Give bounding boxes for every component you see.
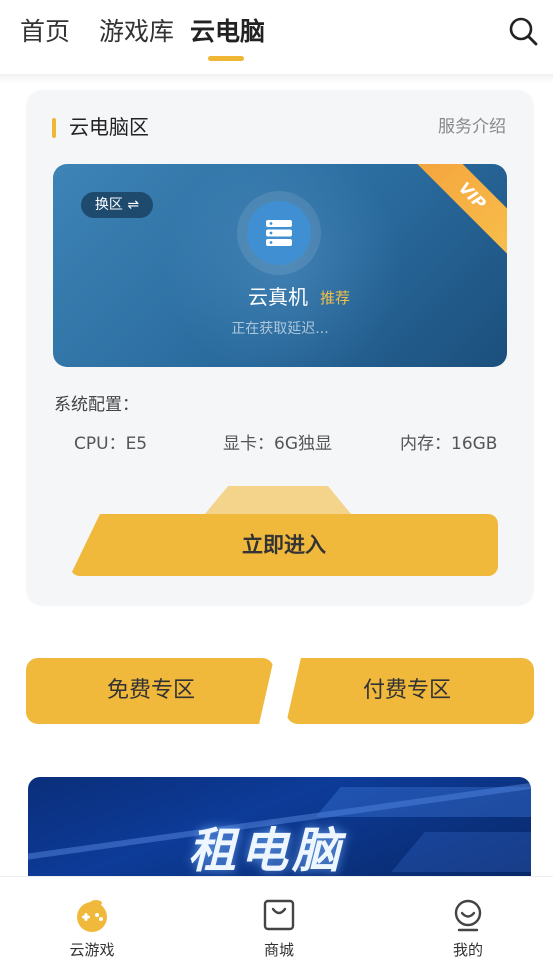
section-title: 云电脑区 — [69, 115, 149, 139]
nav-cloud-games[interactable]: 云游戏 — [32, 877, 152, 969]
promo-light-panel — [391, 832, 531, 872]
enter-now-button[interactable]: 立即进入 — [70, 514, 498, 576]
latency-status: 正在获取延迟... — [231, 321, 329, 337]
vip-badge: VIP — [407, 164, 507, 261]
bottom-navigation: 云游戏 商城 我的 — [0, 876, 553, 969]
section-accent-bar — [52, 118, 56, 138]
server-icon — [247, 201, 311, 265]
paid-zone-button[interactable]: 付费专区 — [282, 658, 532, 724]
rent-pc-promo-banner[interactable]: 租电脑 — [28, 777, 531, 882]
promo-light-panel — [315, 787, 531, 817]
switch-region-button[interactable]: 换区 ⇌ — [81, 192, 153, 218]
recommend-tag: 推荐 — [320, 289, 351, 307]
promo-title: 租电脑 — [188, 823, 345, 879]
spec-gpu: 显卡：6G独显 — [223, 434, 332, 454]
user-face-icon — [450, 897, 486, 933]
machine-name: 云真机 — [248, 285, 308, 309]
header-shadow — [0, 74, 553, 84]
tab-cloud-pc[interactable]: 云电脑 — [190, 14, 265, 50]
search-icon[interactable] — [508, 16, 540, 48]
gamepad-icon — [74, 897, 110, 933]
tab-home[interactable]: 首页 — [20, 14, 70, 50]
top-tab-bar: 首页 游戏库 云电脑 — [0, 0, 553, 84]
cloud-pc-card: 云电脑区 服务介绍 换区 ⇌ VIP 云真机 推荐 正在获取延迟... 系统配置… — [26, 90, 534, 606]
nav-label-store: 商城 — [263, 941, 294, 959]
free-zone-button[interactable]: 免费专区 — [26, 658, 276, 724]
enter-button-group: 立即进入 — [70, 486, 498, 582]
cloud-machine-banner[interactable]: 换区 ⇌ VIP 云真机 推荐 正在获取延迟... — [53, 164, 507, 367]
nav-mine[interactable]: 我的 — [408, 877, 528, 969]
service-intro-link[interactable]: 服务介绍 — [438, 114, 506, 140]
active-tab-indicator — [208, 56, 244, 61]
system-config-title: 系统配置： — [54, 395, 139, 415]
tab-game-library[interactable]: 游戏库 — [99, 14, 174, 50]
shopping-bag-icon — [261, 897, 297, 933]
spec-memory: 内存：16GB — [400, 434, 498, 454]
nav-store[interactable]: 商城 — [219, 877, 339, 969]
nav-label-cloud-games: 云游戏 — [69, 941, 115, 959]
nav-label-mine: 我的 — [452, 941, 483, 959]
spec-cpu: CPU：E5 — [74, 434, 148, 454]
